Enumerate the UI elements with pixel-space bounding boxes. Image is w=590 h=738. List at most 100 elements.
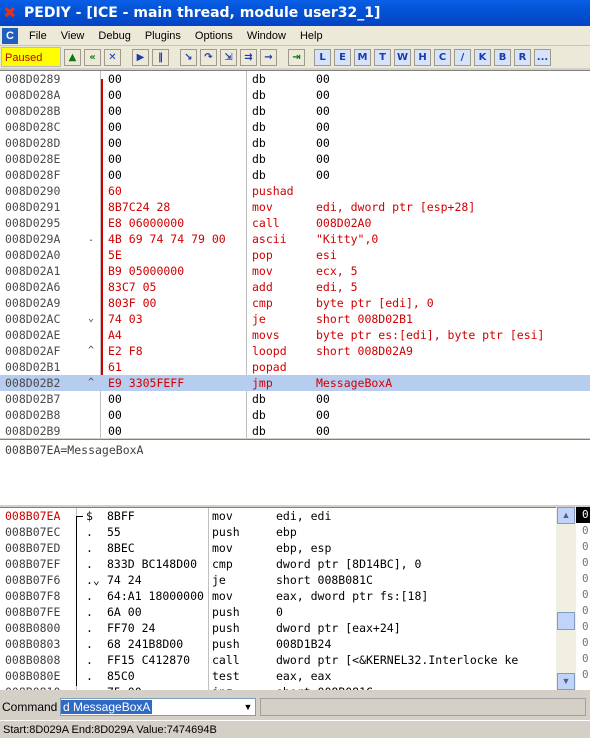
disasm-row[interactable]: 008D02AC ⌄ 74 03 je short 008D02B1 bbox=[0, 311, 590, 327]
code-row[interactable]: 008B0803. 68 241B8D00 push 008D1B24 bbox=[0, 636, 556, 652]
disasm-row[interactable]: 008D02A0 5E pop esi bbox=[0, 247, 590, 263]
window-title: PEDIY - [ICE - main thread, module user3… bbox=[24, 5, 381, 21]
step-into-icon[interactable]: ↘ bbox=[180, 48, 197, 66]
disasm-row[interactable]: 008D02AF ^ E2 F8 loopd short 008D02A9 bbox=[0, 343, 590, 359]
menu-debug[interactable]: Debug bbox=[91, 30, 137, 42]
menu-help[interactable]: Help bbox=[293, 30, 330, 42]
code-row[interactable]: 008B07EC. 55 push ebp bbox=[0, 524, 556, 540]
btn-B[interactable]: B bbox=[494, 48, 511, 66]
code-row[interactable]: 008B07F8. 64:A1 18000000 mov eax, dword ptr… bbox=[0, 588, 556, 604]
open-icon[interactable]: ▲ bbox=[64, 48, 81, 66]
disasm-row[interactable]: 008D02B9 00 db 00 bbox=[0, 423, 590, 438]
row-marker: . bbox=[86, 637, 93, 651]
row-hex: 803F 00 bbox=[108, 296, 157, 310]
disasm-row[interactable]: 008D02A9 803F 00 cmp byte ptr [edi], 0 bbox=[0, 295, 590, 311]
command-value[interactable]: d MessageBoxA bbox=[61, 700, 153, 714]
disasm-row[interactable]: 008D02B8 00 db 00 bbox=[0, 407, 590, 423]
row-operand: dword ptr [8D14BC], 0 bbox=[276, 557, 422, 571]
goto-icon[interactable]: ⇥ bbox=[288, 48, 305, 66]
stack-cell: 0 bbox=[582, 636, 589, 649]
mdi-child-icon[interactable]: C bbox=[2, 27, 18, 44]
code-row[interactable]: 008B0808. FF15 C412870 call dword ptr [<&KE… bbox=[0, 652, 556, 668]
row-hex: B9 05000000 bbox=[108, 264, 185, 278]
row-address: 008D0289 bbox=[5, 72, 61, 86]
disasm-row[interactable]: 008D028F 00 db 00 bbox=[0, 167, 590, 183]
disasm-row[interactable]: 008D029A. 4B 69 74 74 79 00 ascii "Kitty",0 bbox=[0, 231, 590, 247]
pause-icon[interactable]: ‖ bbox=[152, 48, 169, 66]
menu-file[interactable]: File bbox=[22, 30, 54, 42]
btn-M[interactable]: M bbox=[354, 48, 371, 66]
btn-E[interactable]: E bbox=[334, 48, 351, 66]
chevron-down-icon[interactable]: ▼ bbox=[241, 699, 255, 715]
row-address: 008B07EC bbox=[5, 525, 61, 539]
code-row[interactable]: 008B0810. 75 00 jnz short 008B081C bbox=[0, 684, 556, 690]
row-mnemonic: add bbox=[252, 280, 273, 294]
menu-window[interactable]: Window bbox=[240, 30, 293, 42]
menu-plugins[interactable]: Plugins bbox=[138, 30, 188, 42]
disasm-row[interactable]: 008D02B1 61 popad bbox=[0, 359, 590, 375]
row-operand: 00 bbox=[316, 136, 330, 150]
code-pane[interactable]: 008B07EA $8BFF mov edi, edi 008B07EC. 55 push e… bbox=[0, 507, 556, 690]
code-row[interactable]: 008B07ED. 8BEC mov ebp, esp bbox=[0, 540, 556, 556]
disasm-row[interactable]: 008D02B2 ^ E9 3305FEFF jmp MessageBoxA bbox=[0, 375, 590, 391]
disasm-row[interactable]: 008D02B7 00 db 00 bbox=[0, 391, 590, 407]
row-address: 008B080E bbox=[5, 669, 61, 683]
btn-T[interactable]: T bbox=[374, 48, 391, 66]
disasm-row[interactable]: 008D028B 00 db 00 bbox=[0, 103, 590, 119]
execute-till-return-icon[interactable]: → bbox=[260, 48, 277, 66]
btn-more[interactable]: ... bbox=[534, 48, 551, 66]
code-row[interactable]: 008B07EA $8BFF mov edi, edi bbox=[0, 508, 556, 524]
disasm-row[interactable]: 008D02A6 83C7 05 add edi, 5 bbox=[0, 279, 590, 295]
disasm-row[interactable]: 008D0291 8B7C24 28 mov edi, dword ptr [esp+… bbox=[0, 199, 590, 215]
disasm-row[interactable]: 008D0290 60 pushad bbox=[0, 183, 590, 199]
scroll-thumb[interactable] bbox=[557, 612, 575, 630]
row-hex: 00 bbox=[108, 72, 122, 86]
disasm-row[interactable]: 008D028E 00 db 00 bbox=[0, 151, 590, 167]
row-mnemonic: db bbox=[252, 120, 266, 134]
disasm-row[interactable]: 008D0289 00 db 00 bbox=[0, 71, 590, 87]
disasm-row[interactable]: 008D028C 00 db 00 bbox=[0, 119, 590, 135]
menu-options[interactable]: Options bbox=[188, 30, 240, 42]
scroll-down-icon[interactable]: ▼ bbox=[557, 673, 575, 690]
disasm-row[interactable]: 008D028D 00 db 00 bbox=[0, 135, 590, 151]
code-row[interactable]: 008B07FE. 6A 00 push 0 bbox=[0, 604, 556, 620]
command-input[interactable]: d MessageBoxA ▼ bbox=[60, 698, 256, 716]
trace-over-icon[interactable]: ⇉ bbox=[240, 48, 257, 66]
disasm-row[interactable]: 008D028A 00 db 00 bbox=[0, 87, 590, 103]
btn-C[interactable]: C bbox=[434, 48, 451, 66]
disassembly-pane[interactable]: 008D0289 00 db 00 008D028A 00 db 00 008D028B 00 db… bbox=[0, 70, 590, 438]
code-row[interactable]: 008B080E. 85C0 test eax, eax bbox=[0, 668, 556, 684]
restart-icon[interactable]: « bbox=[84, 48, 101, 66]
scroll-up-icon[interactable]: ▲ bbox=[557, 507, 575, 524]
row-marker: . bbox=[86, 605, 93, 619]
menu-view[interactable]: View bbox=[54, 30, 92, 42]
run-icon[interactable]: ▶ bbox=[132, 48, 149, 66]
row-mnemonic: mov bbox=[252, 264, 273, 278]
disasm-row[interactable]: 008D02A1 B9 05000000 mov ecx, 5 bbox=[0, 263, 590, 279]
stack-cell: 0 bbox=[582, 572, 589, 585]
stack-cell: 0 bbox=[582, 620, 589, 633]
row-address: 008B0810 bbox=[5, 684, 60, 690]
btn-H[interactable]: H bbox=[414, 48, 431, 66]
btn-K[interactable]: K bbox=[474, 48, 491, 66]
row-mnemonic: db bbox=[252, 136, 266, 150]
row-hex: 00 bbox=[108, 152, 122, 166]
trace-into-icon[interactable]: ⇲ bbox=[220, 48, 237, 66]
row-operand: ebp, esp bbox=[276, 541, 332, 555]
btn-slash[interactable]: / bbox=[454, 48, 471, 66]
code-row[interactable]: 008B0800. FF70 24 push dword ptr [eax+24] bbox=[0, 620, 556, 636]
row-operand: 00 bbox=[316, 152, 330, 166]
disasm-row[interactable]: 008D02AE A4 movs byte ptr es:[edi], byte pt… bbox=[0, 327, 590, 343]
disasm-row[interactable]: 008D0295 E8 06000000 call 008D02A0 bbox=[0, 215, 590, 231]
btn-W[interactable]: W bbox=[394, 48, 411, 66]
btn-R[interactable]: R bbox=[514, 48, 531, 66]
row-mnemonic: call bbox=[212, 653, 240, 667]
row-address: 008D02A0 bbox=[5, 248, 61, 262]
stack-cell: 0 bbox=[582, 668, 589, 681]
btn-L[interactable]: L bbox=[314, 48, 331, 66]
code-scrollbar[interactable]: ▲ ▼ bbox=[556, 507, 576, 690]
code-row[interactable]: 008B07F6 .⌄ 74 24 je short 008B081C bbox=[0, 572, 556, 588]
code-row[interactable]: 008B07EF. 833D BC148D00 cmp dword ptr [8D14… bbox=[0, 556, 556, 572]
close-icon[interactable]: ✕ bbox=[104, 48, 121, 66]
step-over-icon[interactable]: ↷ bbox=[200, 48, 217, 66]
